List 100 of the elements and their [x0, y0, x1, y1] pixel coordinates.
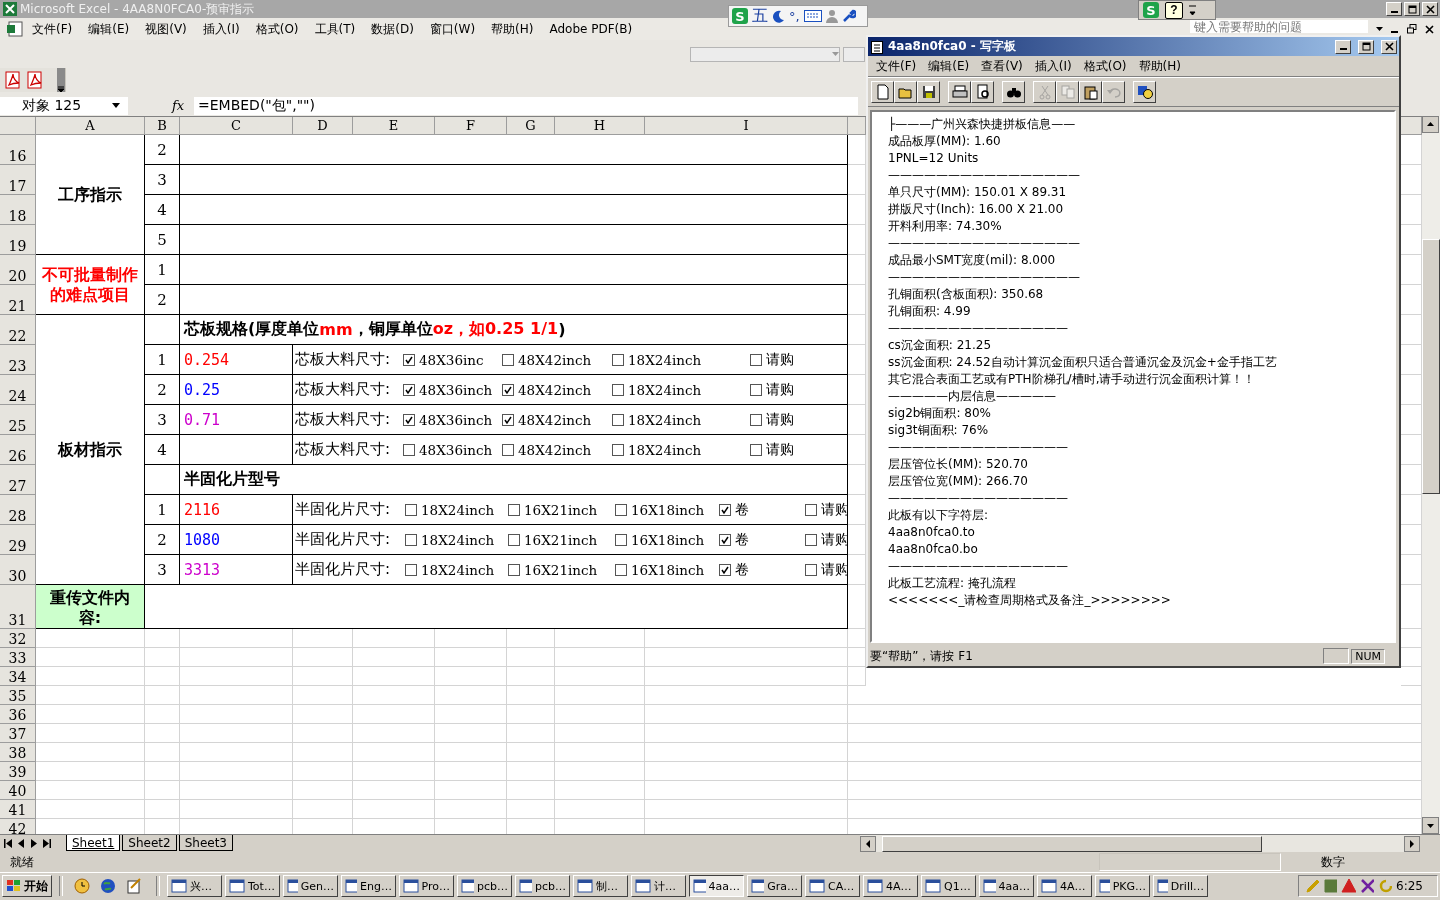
- column-header[interactable]: E: [353, 117, 435, 135]
- start-button[interactable]: 开始: [2, 875, 52, 897]
- close-button[interactable]: [1381, 39, 1397, 54]
- window-icon[interactable]: [287, 878, 298, 894]
- checkbox[interactable]: 18X24inch: [405, 501, 495, 518]
- taskbar-button[interactable]: Gen…: [283, 875, 338, 897]
- menu-item[interactable]: 文件(F): [870, 57, 923, 75]
- taskbar-button[interactable]: pcb…: [457, 875, 512, 897]
- row-header[interactable]: 24: [0, 375, 36, 405]
- window-icon[interactable]: [1099, 878, 1110, 894]
- window-icon[interactable]: [809, 878, 825, 894]
- row-header[interactable]: 26: [0, 435, 36, 465]
- previous-sheet-icon[interactable]: [17, 839, 25, 848]
- dropdown-icon[interactable]: [1376, 27, 1383, 31]
- keyboard-icon[interactable]: [803, 10, 822, 22]
- document-area[interactable]: [870, 110, 1396, 643]
- sheet-tab[interactable]: Sheet3: [178, 835, 233, 851]
- row-header[interactable]: 20: [0, 255, 36, 285]
- menu-item[interactable]: 视图(V): [137, 20, 195, 38]
- window-icon[interactable]: [229, 878, 245, 894]
- checkbox[interactable]: 18X24inch: [405, 531, 495, 548]
- column-header[interactable]: D: [293, 117, 353, 135]
- row-header[interactable]: 28: [0, 495, 36, 525]
- checkbox[interactable]: 48X36inc: [403, 351, 484, 368]
- column-header[interactable]: H: [555, 117, 645, 135]
- menu-item[interactable]: 工具(T): [306, 20, 364, 38]
- empty-cell[interactable]: [180, 225, 848, 255]
- checkbox[interactable]: 16X18inch: [615, 501, 705, 518]
- empty-cell[interactable]: [145, 465, 180, 495]
- triangle-icon[interactable]: [1341, 878, 1356, 894]
- window-icon[interactable]: [751, 878, 765, 894]
- checkbox[interactable]: 请购: [750, 440, 794, 459]
- checkbox[interactable]: 48X42inch: [502, 441, 592, 458]
- checkbox[interactable]: 18X24inch: [612, 441, 702, 458]
- help-search-field[interactable]: 键入需要帮助的问题: [1190, 20, 1368, 33]
- checkbox[interactable]: 48X42inch: [502, 351, 592, 368]
- toolbar-options-icon[interactable]: [1189, 3, 1196, 17]
- first-sheet-icon[interactable]: [4, 839, 12, 848]
- window-icon[interactable]: [171, 878, 187, 894]
- checkbox[interactable]: 卷: [719, 560, 749, 579]
- row-header[interactable]: 17: [0, 165, 36, 195]
- minimize-button[interactable]: [1386, 2, 1402, 16]
- menu-item[interactable]: 帮助(H): [483, 20, 542, 38]
- pdf-icon[interactable]: [4, 71, 22, 89]
- formula-field[interactable]: =EMBED("包",""): [194, 96, 858, 115]
- checkbox[interactable]: 16X21inch: [508, 561, 598, 578]
- pdf-comment-icon[interactable]: [26, 71, 44, 89]
- window-icon[interactable]: [461, 878, 474, 894]
- taskbar-button[interactable]: 计…: [631, 875, 686, 897]
- scrollbar-thumb[interactable]: [1422, 239, 1440, 494]
- menu-item[interactable]: 帮助(H): [1132, 57, 1187, 75]
- restore-icon[interactable]: [1407, 24, 1417, 34]
- row-header[interactable]: 31: [0, 585, 36, 629]
- sheet-tab[interactable]: Sheet1: [66, 835, 121, 851]
- taskbar-button[interactable]: pcb…: [515, 875, 570, 897]
- row-header[interactable]: 25: [0, 405, 36, 435]
- scroll-up-button[interactable]: [1422, 116, 1439, 133]
- row-header[interactable]: 19: [0, 225, 36, 255]
- column-header[interactable]: I: [645, 117, 848, 135]
- checkbox[interactable]: 请购: [750, 350, 794, 369]
- clock[interactable]: 6:25: [1396, 879, 1423, 893]
- empty-cell[interactable]: [180, 435, 293, 465]
- taskbar-button[interactable]: 4aa…: [979, 875, 1034, 897]
- row-header[interactable]: 29: [0, 525, 36, 555]
- menu-item[interactable]: 窗口(W): [421, 20, 484, 38]
- checkbox[interactable]: 18X24inch: [405, 561, 495, 578]
- window-icon[interactable]: [925, 878, 941, 894]
- taskbar-button[interactable]: 兴…: [167, 875, 222, 897]
- checkbox[interactable]: 48X42inch: [502, 381, 592, 398]
- menu-item[interactable]: 文件(F): [24, 20, 81, 38]
- empty-cell[interactable]: [180, 255, 848, 285]
- dropdown-field[interactable]: [690, 46, 840, 62]
- window-icon[interactable]: [519, 878, 532, 894]
- dropdown-icon[interactable]: [112, 103, 120, 108]
- next-sheet-icon[interactable]: [30, 839, 38, 848]
- taskbar-button[interactable]: 4A…: [863, 875, 918, 897]
- taskbar-button[interactable]: Tot…: [225, 875, 280, 897]
- excel-icon[interactable]: [3, 2, 17, 16]
- checkbox[interactable]: 请购: [750, 410, 794, 429]
- row-header[interactable]: 37: [0, 724, 36, 743]
- scroll-down-button[interactable]: [1422, 817, 1439, 834]
- taskbar-button[interactable]: Drill…: [1153, 875, 1208, 897]
- row-header[interactable]: 33: [0, 648, 36, 667]
- scroll-left-button[interactable]: [860, 835, 876, 852]
- row-header[interactable]: 35: [0, 686, 36, 705]
- cross-icon[interactable]: [1359, 878, 1374, 894]
- window-icon[interactable]: [693, 878, 706, 894]
- window-icon[interactable]: [403, 878, 419, 894]
- toolbar-grip[interactable]: [57, 68, 65, 92]
- row-header[interactable]: 42: [0, 819, 36, 834]
- menu-item[interactable]: 查看(V): [975, 57, 1029, 75]
- empty-cell[interactable]: [180, 165, 848, 195]
- menu-item[interactable]: Adobe PDF(B): [541, 22, 641, 36]
- column-header[interactable]: F: [435, 117, 507, 135]
- insert-function-button[interactable]: fx: [172, 98, 194, 113]
- column-header[interactable]: A: [36, 117, 145, 135]
- row-header[interactable]: 41: [0, 800, 36, 819]
- window-icon[interactable]: [1157, 878, 1168, 894]
- empty-cell[interactable]: [145, 315, 180, 345]
- checkbox[interactable]: 16X21inch: [508, 501, 598, 518]
